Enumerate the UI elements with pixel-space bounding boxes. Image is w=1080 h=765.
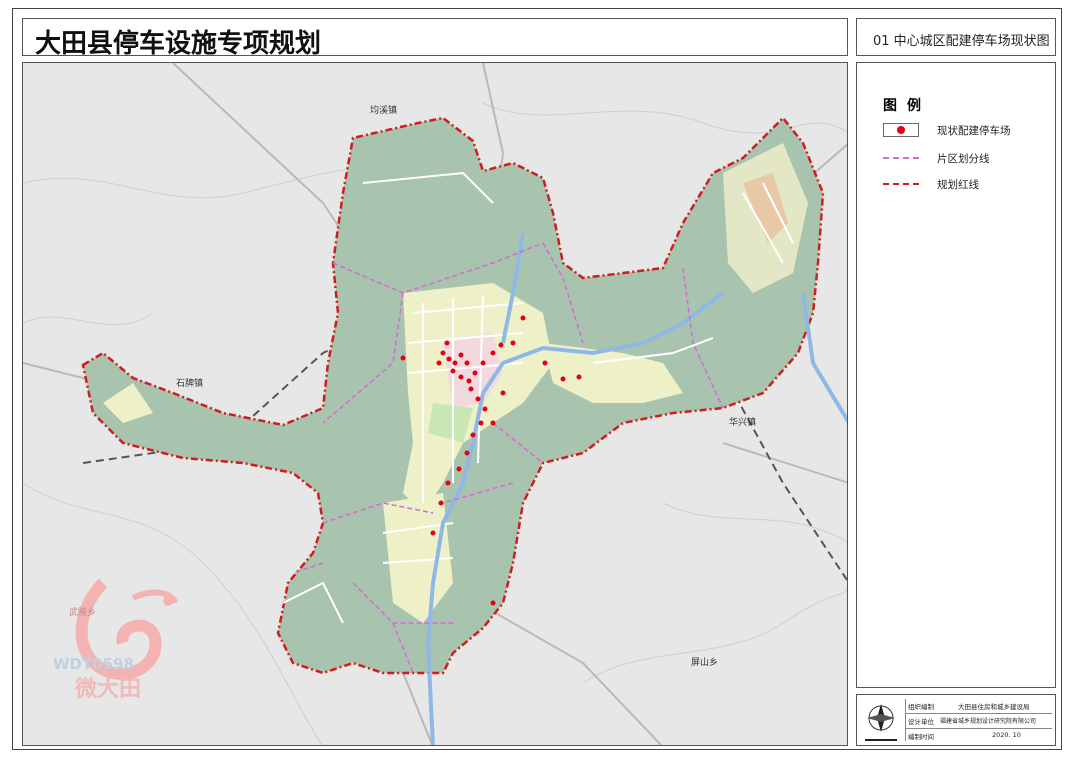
title-box: 大田县停车设施专项规划 (22, 18, 848, 59)
watermark-name: 微大田 (75, 677, 142, 702)
north-arrow-icon (865, 704, 897, 741)
label-huaxing-town: 华兴镇 (729, 418, 757, 428)
legend-item-parking: 现状配建停车场 (883, 123, 1053, 139)
legend-label: 片区划分线 (937, 153, 990, 165)
legend-title: 图例 (883, 98, 931, 114)
design-label: 设计单位 (908, 718, 934, 726)
map-canvas[interactable]: 均溪镇 石牌镇 华兴镇 屏山乡 武陵乡 WDT0598 微大田 (22, 62, 848, 746)
magenta-dashed-line-icon (883, 151, 919, 165)
legend-label: 规划红线 (937, 179, 979, 191)
red-dot-icon (883, 123, 919, 137)
map-title: 大田县停车设施专项规划 (35, 29, 322, 59)
watermark-wulin: 武陵乡 (69, 608, 97, 618)
label-pingshan-township: 屏山乡 (691, 658, 719, 668)
label-junxi-town: 均溪镇 (370, 106, 398, 116)
unit-value: 大田县住房和城乡建设局 (958, 703, 1030, 711)
red-dash-dot-line-icon (883, 177, 919, 191)
legend-label: 现状配建停车场 (937, 125, 1011, 137)
design-value: 福建省城乡规划设计研究院有限公司 (940, 718, 1037, 725)
unit-label: 组织编制 (908, 703, 934, 711)
sheet-title: 01 中心城区配建停车场现状图 (873, 34, 1050, 49)
legend-item-red-line: 规划红线 (883, 177, 1053, 193)
legend-panel: 图例 现状配建停车场 片区划分线 规划红线 (856, 62, 1056, 688)
title-block: 组织编制 大田县住房和城乡建设局 设计单位 福建省城乡规划设计研究院有限公司 编… (856, 694, 1056, 746)
sheet-title-box: 01 中心城区配建停车场现状图 (856, 18, 1056, 56)
label-shipai-town: 石牌镇 (176, 379, 204, 389)
legend-item-district-line: 片区划分线 (883, 151, 1053, 167)
date-label: 编制时间 (908, 733, 934, 741)
date-value: 2020. 10 (992, 731, 1021, 739)
title-block-table: 组织编制 大田县住房和城乡建设局 设计单位 福建省城乡规划设计研究院有限公司 编… (905, 699, 1052, 741)
